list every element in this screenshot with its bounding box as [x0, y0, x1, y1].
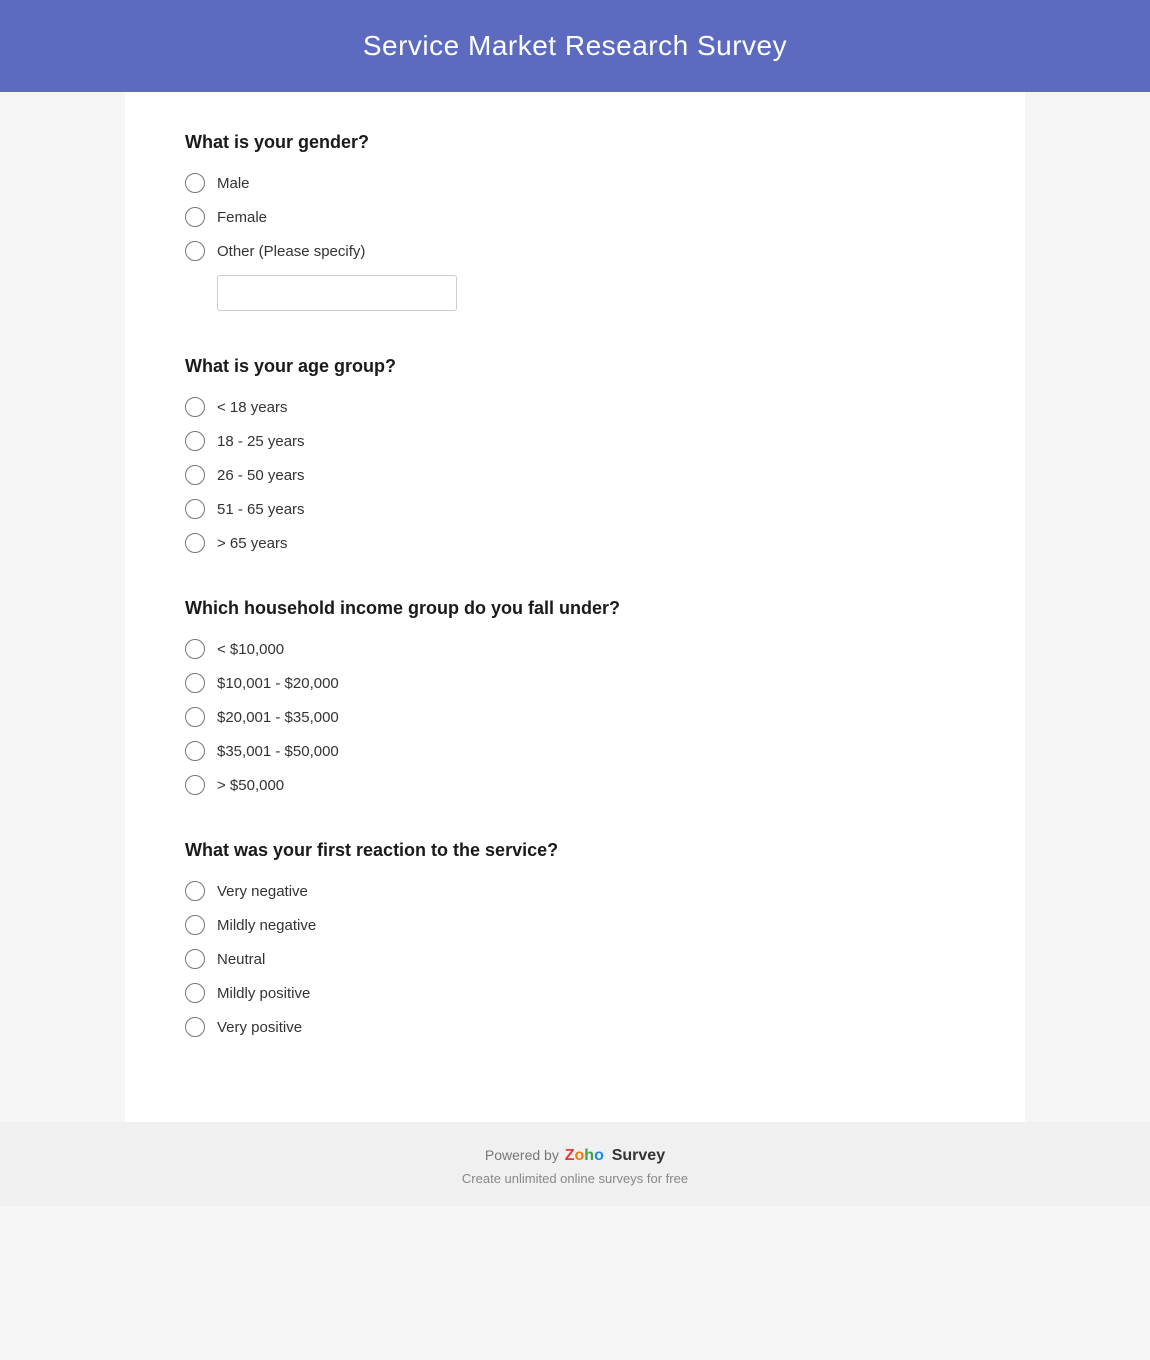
question-reaction: What was your first reaction to the serv… [185, 840, 965, 1037]
radio-20kto35k[interactable] [185, 707, 205, 727]
radio-option-51to65[interactable]: 51 - 65 years [185, 499, 965, 519]
footer-create-text: Create unlimited online surveys for free [0, 1171, 1150, 1186]
radio-option-other[interactable]: Other (Please specify) [185, 241, 965, 261]
radio-option-very-negative[interactable]: Very negative [185, 881, 965, 901]
radio-group-age: < 18 years 18 - 25 years 26 - 50 years 5… [185, 397, 965, 553]
powered-by-text: Powered by [485, 1147, 559, 1163]
radio-under18[interactable] [185, 397, 205, 417]
radio-label-51to65: 51 - 65 years [217, 501, 305, 518]
radio-group-income: < $10,000 $10,001 - $20,000 $20,001 - $3… [185, 639, 965, 795]
radio-very-negative[interactable] [185, 881, 205, 901]
radio-label-mildly-positive: Mildly positive [217, 985, 310, 1002]
question-gender-title: What is your gender? [185, 132, 965, 153]
radio-option-18to25[interactable]: 18 - 25 years [185, 431, 965, 451]
footer: Powered by Zoho Survey Create unlimited … [0, 1122, 1150, 1206]
radio-option-neutral[interactable]: Neutral [185, 949, 965, 969]
radio-over65[interactable] [185, 533, 205, 553]
radio-option-male[interactable]: Male [185, 173, 965, 193]
radio-under10k[interactable] [185, 639, 205, 659]
radio-26to50[interactable] [185, 465, 205, 485]
radio-option-26to50[interactable]: 26 - 50 years [185, 465, 965, 485]
radio-label-20kto35k: $20,001 - $35,000 [217, 709, 339, 726]
radio-male[interactable] [185, 173, 205, 193]
radio-label-under18: < 18 years [217, 399, 287, 416]
radio-label-female: Female [217, 209, 267, 226]
radio-35kto50k[interactable] [185, 741, 205, 761]
question-age-title: What is your age group? [185, 356, 965, 377]
radio-option-over65[interactable]: > 65 years [185, 533, 965, 553]
radio-label-18to25: 18 - 25 years [217, 433, 305, 450]
radio-over50k[interactable] [185, 775, 205, 795]
survey-title: Service Market Research Survey [0, 30, 1150, 62]
radio-option-10kto20k[interactable]: $10,001 - $20,000 [185, 673, 965, 693]
radio-option-mildly-negative[interactable]: Mildly negative [185, 915, 965, 935]
question-income-title: Which household income group do you fall… [185, 598, 965, 619]
radio-label-neutral: Neutral [217, 951, 265, 968]
radio-option-mildly-positive[interactable]: Mildly positive [185, 983, 965, 1003]
radio-option-very-positive[interactable]: Very positive [185, 1017, 965, 1037]
question-age: What is your age group? < 18 years 18 - … [185, 356, 965, 553]
radio-10kto20k[interactable] [185, 673, 205, 693]
radio-option-under18[interactable]: < 18 years [185, 397, 965, 417]
zoho-o1: o [575, 1147, 585, 1165]
radio-label-10kto20k: $10,001 - $20,000 [217, 675, 339, 692]
radio-option-35kto50k[interactable]: $35,001 - $50,000 [185, 741, 965, 761]
zoho-h: h [584, 1147, 594, 1165]
radio-label-male: Male [217, 175, 250, 192]
radio-label-very-negative: Very negative [217, 883, 308, 900]
radio-option-over50k[interactable]: > $50,000 [185, 775, 965, 795]
radio-label-over50k: > $50,000 [217, 777, 284, 794]
radio-very-positive[interactable] [185, 1017, 205, 1037]
radio-mildly-positive[interactable] [185, 983, 205, 1003]
radio-label-under10k: < $10,000 [217, 641, 284, 658]
zoho-o2: o [594, 1147, 604, 1165]
radio-label-mildly-negative: Mildly negative [217, 917, 316, 934]
radio-neutral[interactable] [185, 949, 205, 969]
radio-label-26to50: 26 - 50 years [217, 467, 305, 484]
zoho-z: Z [565, 1147, 575, 1165]
radio-other[interactable] [185, 241, 205, 261]
radio-group-reaction: Very negative Mildly negative Neutral Mi… [185, 881, 965, 1037]
other-gender-input[interactable] [217, 275, 457, 311]
radio-option-20kto35k[interactable]: $20,001 - $35,000 [185, 707, 965, 727]
radio-label-over65: > 65 years [217, 535, 287, 552]
radio-option-under10k[interactable]: < $10,000 [185, 639, 965, 659]
radio-18to25[interactable] [185, 431, 205, 451]
radio-option-female[interactable]: Female [185, 207, 965, 227]
radio-label-very-positive: Very positive [217, 1019, 302, 1036]
radio-label-other: Other (Please specify) [217, 243, 365, 260]
radio-female[interactable] [185, 207, 205, 227]
question-gender: What is your gender? Male Female Other (… [185, 132, 965, 311]
zoho-logo: Zoho [565, 1147, 604, 1165]
radio-label-35kto50k: $35,001 - $50,000 [217, 743, 339, 760]
content-area: What is your gender? Male Female Other (… [125, 92, 1025, 1122]
radio-51to65[interactable] [185, 499, 205, 519]
footer-powered-row: Powered by Zoho Survey [0, 1147, 1150, 1165]
radio-group-gender: Male Female Other (Please specify) [185, 173, 965, 311]
radio-mildly-negative[interactable] [185, 915, 205, 935]
question-reaction-title: What was your first reaction to the serv… [185, 840, 965, 861]
survey-label: Survey [612, 1147, 665, 1164]
header: Service Market Research Survey [0, 0, 1150, 92]
question-income: Which household income group do you fall… [185, 598, 965, 795]
